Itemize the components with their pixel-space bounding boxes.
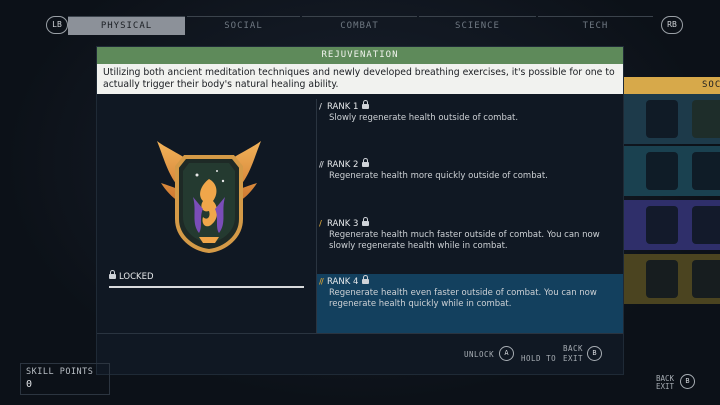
rank-label: RANK 3	[327, 219, 359, 229]
skill-points-value: 0	[26, 379, 33, 390]
tab-physical[interactable]: PHYSICAL	[68, 16, 185, 35]
rank-description: Slowly regenerate health outside of comb…	[329, 113, 519, 123]
category-tabbar: LB PHYSICAL SOCIAL COMBAT SCIENCE TECH R…	[46, 16, 686, 35]
rank-description: Regenerate health much faster outside of…	[329, 230, 600, 251]
skill-slot[interactable]	[646, 206, 678, 244]
hold-to-label: HOLD TO	[521, 354, 557, 363]
rank-item-3[interactable]: / RANK 3 Regenerate health much faster ou…	[317, 216, 623, 272]
rank-description: Regenerate health even faster outside of…	[329, 288, 597, 309]
tab-tech[interactable]: TECH	[538, 16, 653, 35]
skill-slot[interactable]	[692, 152, 720, 190]
lock-icon	[109, 270, 116, 279]
perk-emblem-pane: LOCKED	[97, 99, 317, 333]
side-panel-header: SOC	[622, 77, 720, 94]
skill-slot[interactable]	[646, 100, 678, 138]
side-skill-row	[622, 146, 720, 196]
side-skill-row	[622, 94, 720, 144]
dialog-footer: UNLOCK A BACK HOLD TO EXIT B	[97, 333, 623, 375]
lock-icon	[362, 158, 370, 167]
rank-progress-bar	[109, 286, 304, 288]
lb-button[interactable]: LB	[46, 16, 68, 34]
perk-title: REJUVENATION	[97, 47, 623, 64]
tab-social[interactable]: SOCIAL	[187, 16, 300, 35]
perk-dialog: REJUVENATION Utilizing both ancient medi…	[97, 47, 623, 374]
rank-description: Regenerate health more quickly outside o…	[329, 171, 548, 181]
rank-item-1[interactable]: / RANK 1 Slowly regenerate health outside…	[317, 99, 623, 155]
rank-label: RANK 1	[327, 102, 359, 112]
lock-icon	[362, 217, 370, 226]
rb-button[interactable]: RB	[661, 16, 683, 34]
lock-icon	[362, 100, 370, 109]
skill-points-box: SKILL POINTS 0	[20, 363, 110, 395]
rank-bars-icon: //	[319, 277, 324, 286]
perk-description: Utilizing both ancient meditation techni…	[97, 64, 623, 94]
b-button-icon[interactable]: B	[680, 374, 695, 389]
rank-item-2[interactable]: //RANK 2 Regenerate health more quickly …	[317, 157, 623, 213]
perk-body: LOCKED / RANK 1 Slowly regenerate health …	[97, 99, 623, 333]
exit-label[interactable]: EXIT	[563, 354, 583, 363]
rank-bars-icon: /	[319, 219, 322, 228]
locked-status: LOCKED	[109, 270, 154, 282]
rank-label: RANK 2	[327, 160, 359, 170]
exit-label[interactable]: EXIT	[656, 382, 674, 391]
side-skill-row	[622, 254, 720, 304]
skill-slot[interactable]	[646, 260, 678, 298]
skill-slot[interactable]	[692, 100, 720, 138]
rank-item-4[interactable]: //RANK 4 Regenerate health even faster o…	[317, 274, 623, 333]
skill-slot[interactable]	[692, 206, 720, 244]
a-button-icon[interactable]: A	[499, 346, 514, 361]
lock-icon	[362, 275, 370, 284]
locked-label: LOCKED	[119, 272, 154, 282]
rank-list: / RANK 1 Slowly regenerate health outside…	[317, 99, 623, 333]
unlock-label[interactable]: UNLOCK	[464, 350, 494, 359]
skill-slot[interactable]	[692, 260, 720, 298]
skill-points-label: SKILL POINTS	[26, 367, 94, 377]
rank-label: RANK 4	[327, 277, 359, 287]
tab-science[interactable]: SCIENCE	[419, 16, 536, 35]
back-label[interactable]: BACK	[563, 344, 583, 353]
side-skill-row	[622, 200, 720, 250]
rank-bars-icon: //	[319, 160, 324, 169]
phoenix-emblem-icon	[157, 141, 261, 254]
b-button-icon[interactable]: B	[587, 346, 602, 361]
tab-combat[interactable]: COMBAT	[302, 16, 417, 35]
rank-bars-icon: /	[319, 102, 322, 111]
skill-slot[interactable]	[646, 152, 678, 190]
